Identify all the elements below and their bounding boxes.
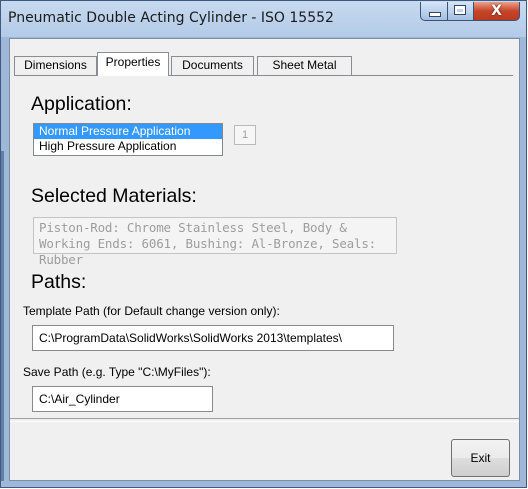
tab-label: Documents xyxy=(182,58,243,72)
tab-label: Properties xyxy=(105,55,161,69)
tab-label: Sheet Metal xyxy=(272,58,337,72)
close-icon: X xyxy=(491,3,502,19)
exit-button[interactable]: Exit xyxy=(451,439,510,477)
application-listbox[interactable]: Normal Pressure Application High Pressur… xyxy=(33,123,223,156)
paths-heading: Paths: xyxy=(31,271,87,293)
tab-panel-border xyxy=(14,75,513,76)
minimize-button[interactable] xyxy=(420,2,448,21)
title-bar[interactable]: Pneumatic Double Acting Cylinder - ISO 1… xyxy=(1,1,526,37)
maximize-icon xyxy=(454,5,466,15)
tab-documents[interactable]: Documents xyxy=(171,56,254,75)
save-path-label: Save Path (e.g. Type "C:\MyFiles"): xyxy=(23,365,211,379)
close-button[interactable]: X xyxy=(474,2,520,21)
footer-separator xyxy=(10,418,519,422)
tab-properties[interactable]: Properties xyxy=(97,52,169,76)
maximize-button[interactable] xyxy=(448,2,474,21)
list-item[interactable]: High Pressure Application xyxy=(34,139,222,154)
caption-buttons: X xyxy=(420,2,520,22)
template-path-label: Template Path (for Default change versio… xyxy=(23,304,280,318)
form-client-area: Dimensions Properties Documents Sheet Me… xyxy=(9,38,520,481)
materials-field: Piston-Rod: Chrome Stainless Steel, Body… xyxy=(33,217,397,267)
app-window: Pneumatic Double Acting Cylinder - ISO 1… xyxy=(0,0,527,488)
application-heading: Application: xyxy=(31,93,132,115)
tab-sheet-metal[interactable]: Sheet Metal xyxy=(257,56,352,75)
list-item[interactable]: Normal Pressure Application xyxy=(34,124,222,139)
tab-label: Dimensions xyxy=(24,58,87,72)
window-title: Pneumatic Double Acting Cylinder - ISO 1… xyxy=(8,10,334,26)
materials-heading: Selected Materials: xyxy=(31,185,197,207)
template-path-input[interactable]: C:\ProgramData\SolidWorks\SolidWorks 201… xyxy=(32,325,394,351)
application-index-field: 1 xyxy=(234,125,256,145)
minimize-icon xyxy=(430,13,440,16)
save-path-input[interactable]: C:\Air_Cylinder xyxy=(32,386,213,412)
tab-dimensions[interactable]: Dimensions xyxy=(14,56,97,75)
window-frame-accent xyxy=(1,151,4,481)
